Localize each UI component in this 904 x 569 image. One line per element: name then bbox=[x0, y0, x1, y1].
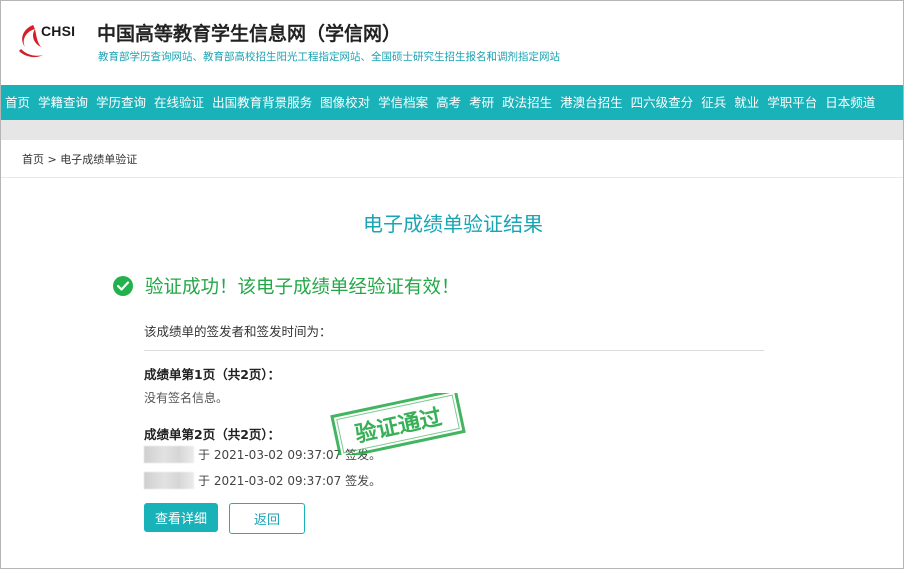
nav-item-verify[interactable]: 在线验证 bbox=[150, 85, 208, 120]
nav-item-jobs[interactable]: 就业 bbox=[730, 85, 763, 120]
breadcrumb: 首页 > 电子成绩单验证 bbox=[22, 151, 137, 167]
success-message: 验证成功！该电子成绩单经验证有效！ bbox=[113, 273, 460, 299]
nav-item-cet[interactable]: 四六级查分 bbox=[627, 85, 698, 120]
page1-note: 没有签名信息。 bbox=[144, 391, 229, 405]
check-circle-icon bbox=[113, 276, 133, 296]
nav-item-archive[interactable]: 学信档案 bbox=[374, 85, 432, 120]
site-subtitle: 教育部学历查询网站、教育部高校招生阳光工程指定网站、全国硕士研究生招生报名和调剂… bbox=[98, 51, 560, 63]
browser-page: CHSI 中国高等教育学生信息网（学信网） 教育部学历查询网站、教育部高校招生阳… bbox=[0, 0, 904, 569]
section-divider bbox=[144, 350, 764, 351]
nav-item-military[interactable]: 征兵 bbox=[697, 85, 730, 120]
nav-item-law[interactable]: 政法招生 bbox=[498, 85, 556, 120]
nav-item-gaokao[interactable]: 高考 bbox=[432, 85, 465, 120]
nav-item-japan[interactable]: 日本频道 bbox=[821, 85, 879, 120]
page2-label: 成绩单第2页（共2页）： bbox=[144, 427, 281, 442]
nav-item-home[interactable]: 首页 bbox=[1, 85, 34, 120]
view-details-button[interactable]: 查看详细 bbox=[144, 503, 218, 532]
nav-item-image-check[interactable]: 图像校对 bbox=[316, 85, 374, 120]
site-header: CHSI 中国高等教育学生信息网（学信网） 教育部学历查询网站、教育部高校招生阳… bbox=[1, 1, 903, 85]
breadcrumb-current: 电子成绩单验证 bbox=[60, 153, 138, 166]
nav-shadow-band bbox=[1, 120, 903, 140]
back-button[interactable]: 返回 bbox=[229, 503, 305, 534]
nav-item-enrollment[interactable]: 学籍查询 bbox=[34, 85, 92, 120]
main-nav: 首页 学籍查询 学历查询 在线验证 出国教育背景服务 图像校对 学信档案 高考 … bbox=[1, 85, 903, 120]
redacted-signer-name bbox=[144, 446, 194, 463]
nav-item-degree[interactable]: 学历查询 bbox=[92, 85, 150, 120]
nav-item-career[interactable]: 学职平台 bbox=[763, 85, 821, 120]
success-text: 验证成功！该电子成绩单经验证有效！ bbox=[145, 277, 460, 298]
nav-item-overseas[interactable]: 出国教育背景服务 bbox=[208, 85, 316, 120]
verified-stamp: 验证通过 bbox=[330, 393, 466, 455]
breadcrumb-divider bbox=[1, 177, 903, 178]
nav-item-hmt[interactable]: 港澳台招生 bbox=[556, 85, 627, 120]
page1-label: 成绩单第1页（共2页）： bbox=[144, 367, 281, 382]
breadcrumb-separator: > bbox=[47, 153, 57, 166]
page-title: 电子成绩单验证结果 bbox=[363, 212, 543, 236]
nav-item-kaoyan[interactable]: 考研 bbox=[465, 85, 498, 120]
logo-text: CHSI bbox=[41, 23, 76, 39]
site-title: 中国高等教育学生信息网（学信网） bbox=[97, 23, 402, 45]
breadcrumb-home-link[interactable]: 首页 bbox=[22, 153, 44, 166]
redacted-signer-name bbox=[144, 472, 194, 489]
signer-2-text: 于 2021-03-02 09:37:07 签发。 bbox=[198, 474, 382, 488]
signer-intro: 该成绩单的签发者和签发时间为： bbox=[144, 324, 332, 339]
signer-row-2: 于 2021-03-02 09:37:07 签发。 bbox=[144, 472, 381, 489]
